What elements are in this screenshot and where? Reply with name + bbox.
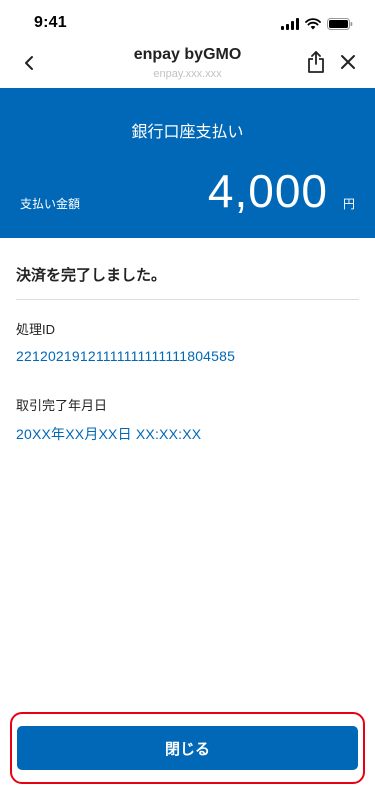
status-bar: 9:41 [0,0,375,44]
payment-header: 銀行口座支払い 支払い金額 4,000 円 [0,88,375,238]
amount-unit: 円 [342,197,355,211]
amount-label: 支払い金額 [20,197,81,211]
wifi-icon [305,17,321,35]
processing-id-label: 処理ID [16,322,56,337]
completion-message: 決済を完了しました。 [16,267,167,284]
battery-icon [327,17,353,35]
completed-at-label: 取引完了年月日 [16,398,108,413]
nav-bar: enpay byGMO enpay.xxx.xxx [0,44,375,88]
signal-icon [281,17,299,35]
payment-method-title: 銀行口座支払い [131,124,244,141]
amount-value: 4,000 [207,165,328,217]
close-button[interactable]: 閉じる [17,726,358,770]
close-button-nav[interactable] [333,49,363,79]
share-button[interactable] [301,49,331,79]
divider [16,299,359,300]
close-icon [340,54,356,75]
processing-id-value: 22120219121111111111111804585 [16,348,236,364]
status-time: 9:41 [34,14,67,31]
completed-at-value: 20XX年XX月XX日 XX:XX:XX [16,426,202,442]
share-icon [307,50,325,78]
status-icons [281,17,353,35]
